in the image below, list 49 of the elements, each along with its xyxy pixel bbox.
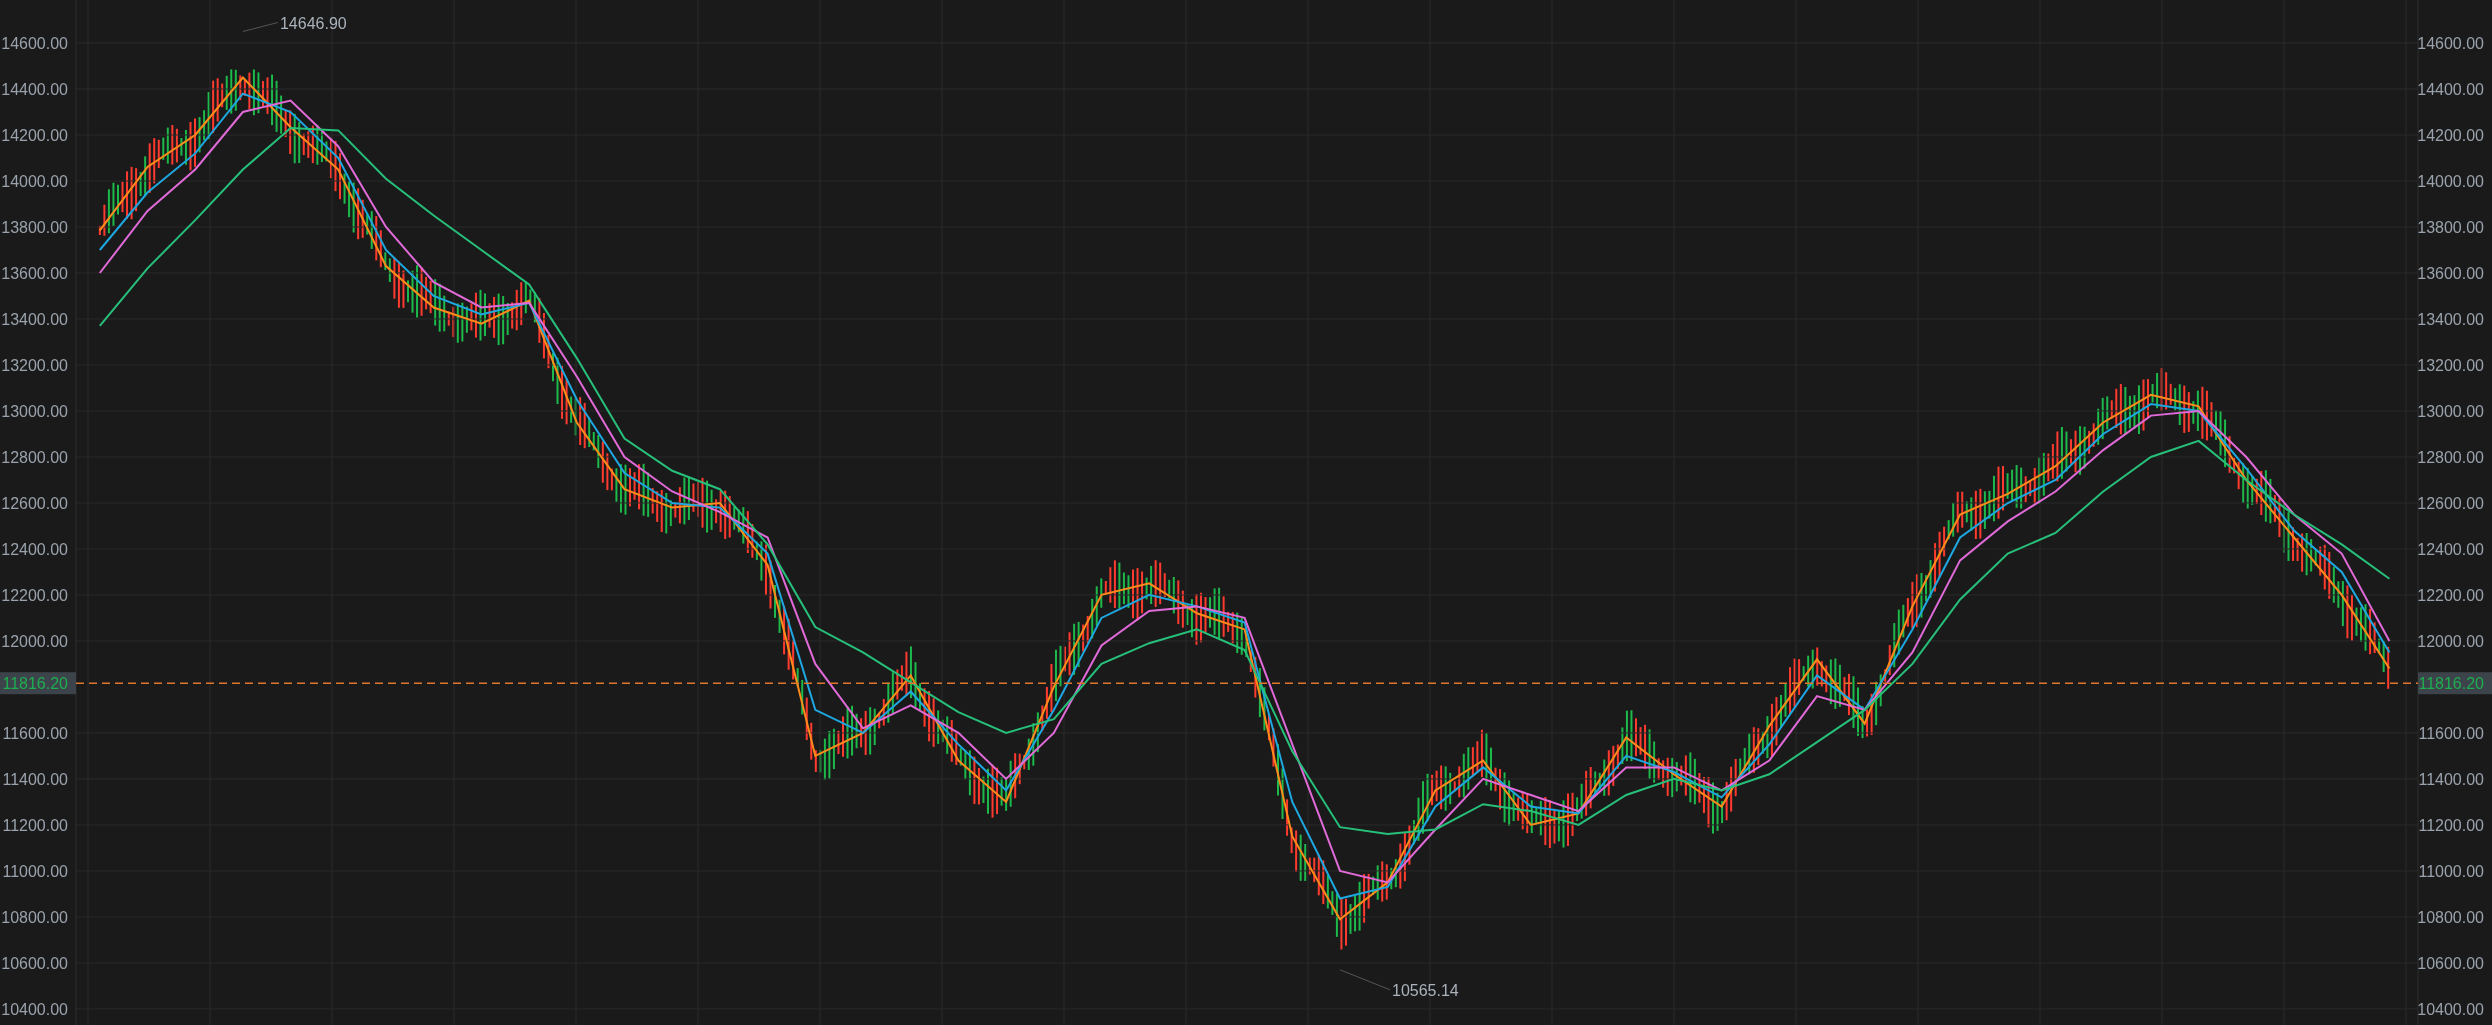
axis-label: 11400.00 [2,770,68,788]
axis-label: 10800.00 [2417,908,2484,926]
axis-label: 11600.00 [2418,724,2484,742]
axis-label: 10400.00 [1,1000,68,1018]
axis-label: 12600.00 [1,494,68,512]
axis-label: 11000.00 [2418,862,2484,880]
leader-line [1339,969,1391,991]
axis-label: 12400.00 [1,540,68,558]
axis-label: 12000.00 [1,632,68,650]
axis-label: 10400.00 [2417,1000,2484,1018]
axis-label: 12200.00 [2417,586,2484,604]
axis-label: 11000.00 [2,862,68,880]
axis-label: 13000.00 [2417,402,2484,420]
axis-label: 13400.00 [1,311,68,328]
axis-label: 13800.00 [2417,219,2484,236]
axis-label: 11400.00 [2418,770,2484,788]
axis-label: 13600.00 [2417,265,2484,282]
price-annotation: 10565.14 [1392,981,1459,999]
axis-label: 14600.00 [1,35,68,52]
axis-label: 12800.00 [1,448,68,466]
axis-label: 12200.00 [1,586,68,604]
axis-label: 14400.00 [1,81,68,98]
axis-label: 11600.00 [2,724,68,742]
axis-label: 12600.00 [2417,494,2484,512]
axis-label: 14600.00 [2417,35,2484,52]
price-annotation: 14646.90 [279,14,347,32]
leader-line [242,22,279,32]
axis-label: 14400.00 [2417,81,2484,98]
axis-label: 10800.00 [1,908,68,926]
current-price-tag: 11816.20 [0,672,76,695]
axis-label: 13000.00 [1,402,68,420]
axis-label: 11200.00 [2418,816,2484,834]
axis-label: 10600.00 [2417,954,2484,972]
axis-label: 14000.00 [1,173,68,190]
axis-label: 12000.00 [2417,632,2484,650]
axis-label: 11200.00 [2,816,68,834]
ref-line-label: 11816.20 [2,675,69,693]
axis-label: 14200.00 [1,127,68,144]
current-price-tag: 11816.20 [2418,672,2492,695]
axis-label: 12400.00 [2417,540,2484,558]
axis-label: 13600.00 [1,265,68,282]
axis-label: 12800.00 [2417,448,2484,466]
axis-label: 13800.00 [1,219,68,236]
axis-label: 13200.00 [2417,356,2484,374]
axis-label: 14200.00 [2417,127,2484,144]
axis-label: 10600.00 [1,954,68,972]
axis-label: 13400.00 [2417,311,2484,328]
axis-label: 13200.00 [1,356,68,374]
axis-label: 14000.00 [2417,173,2484,190]
